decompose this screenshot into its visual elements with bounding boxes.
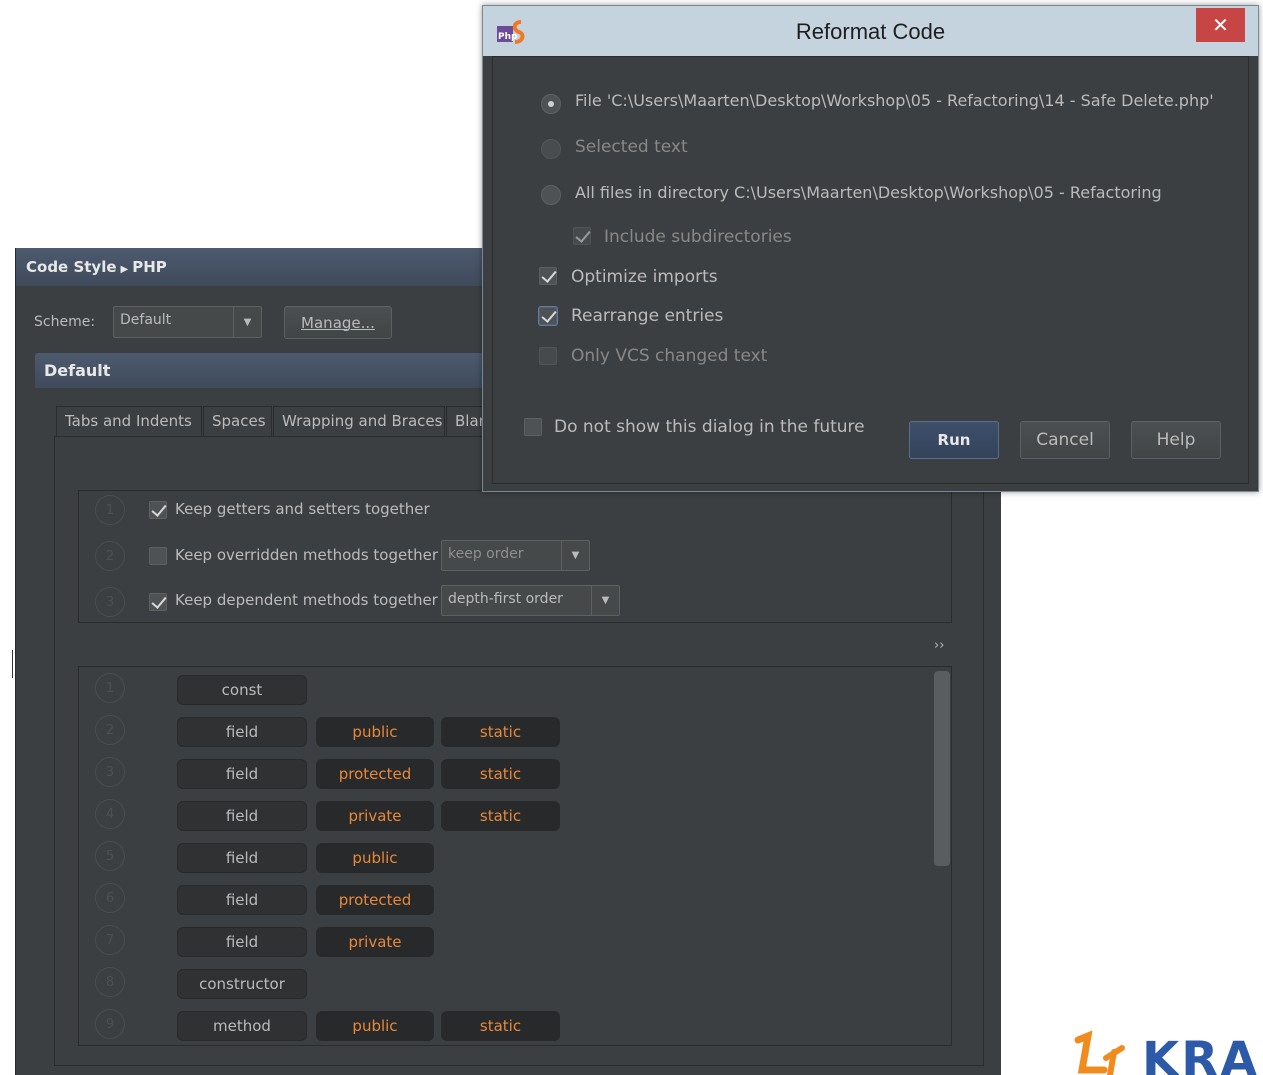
arrangement-rules-group: 1 const 2 field public static 3 field pr… <box>78 666 952 1046</box>
selected-text-label: Selected text <box>575 137 688 157</box>
tab-tabs-and-indents[interactable]: Tabs and Indents <box>56 406 202 436</box>
rule-number: 3 <box>95 757 125 787</box>
keep-overridden-checkbox[interactable] <box>149 547 167 565</box>
dialog-title: Reformat Code <box>795 19 946 44</box>
rule-kind[interactable]: field <box>177 885 307 915</box>
rule-kind[interactable]: field <box>177 759 307 789</box>
rule-access[interactable]: private <box>316 927 434 957</box>
keep-dependent-label: Keep dependent methods together <box>175 591 438 609</box>
run-button[interactable]: Run <box>909 421 999 459</box>
keep-dependent-checkbox[interactable] <box>149 593 167 611</box>
rule-number: 8 <box>95 967 125 997</box>
scheme-label: Scheme: <box>34 314 96 330</box>
optimize-imports-label: Optimize imports <box>571 267 718 287</box>
rule-number: 7 <box>95 925 125 955</box>
grouping-rules-group: 1 Keep getters and setters together 2 Ke… <box>78 490 952 623</box>
scheme-select[interactable]: Default ▼ <box>113 306 262 338</box>
brand-logo: KRA <box>1070 1030 1263 1075</box>
rule-number: 1 <box>95 673 125 703</box>
rule-number: 6 <box>95 883 125 913</box>
group-rule-number: 1 <box>95 495 125 525</box>
rule-access[interactable]: protected <box>316 759 434 789</box>
manage-button-label: Manage... <box>301 313 375 332</box>
scheme-value: Default <box>120 312 172 328</box>
close-button[interactable]: ✕ <box>1196 8 1245 42</box>
all-files-label: All files in directory C:\Users\Maarten\… <box>575 183 1162 202</box>
rule-kind[interactable]: field <box>177 843 307 873</box>
dependent-order-value: depth-first order <box>448 591 563 607</box>
keep-getters-setters-checkbox[interactable] <box>149 501 167 519</box>
logo-text: KRA <box>1142 1032 1260 1075</box>
rule-modifier[interactable]: static <box>441 759 560 789</box>
rule-modifier[interactable]: static <box>441 1011 560 1041</box>
dialog-body: File 'C:\Users\Maarten\Desktop\Workshop\… <box>492 56 1249 484</box>
tab-wrapping-and-braces[interactable]: Wrapping and Braces <box>273 406 445 436</box>
dialog-titlebar: Php Reformat Code ✕ <box>483 6 1258 56</box>
rule-number: 5 <box>95 841 125 871</box>
breadcrumb-php: PHP <box>132 258 167 276</box>
rule-number: 4 <box>95 799 125 829</box>
scrollbar[interactable] <box>934 671 950 866</box>
manage-button[interactable]: Manage... <box>284 306 392 339</box>
include-subdirectories-label: Include subdirectories <box>604 227 792 247</box>
include-subdirectories-checkbox[interactable] <box>573 227 591 245</box>
text-cursor <box>12 650 13 678</box>
rule-number: 2 <box>95 715 125 745</box>
rule-kind[interactable]: field <box>177 927 307 957</box>
rule-modifier[interactable]: static <box>441 801 560 831</box>
rearrange-entries-label: Rearrange entries <box>571 306 724 326</box>
keep-overridden-label: Keep overridden methods together <box>175 546 439 564</box>
overridden-order-value: keep order <box>448 546 524 562</box>
rule-access[interactable]: public <box>316 717 434 747</box>
rearrange-entries-checkbox[interactable] <box>538 306 558 326</box>
file-radio[interactable] <box>541 94 561 114</box>
dependent-order-select[interactable]: depth-first order ▼ <box>441 585 620 616</box>
rule-access[interactable]: protected <box>316 885 434 915</box>
rule-kind[interactable]: const <box>177 675 307 705</box>
tab-spaces[interactable]: Spaces <box>203 406 272 436</box>
rule-access[interactable]: public <box>316 1011 434 1041</box>
rule-number: 9 <box>95 1009 125 1039</box>
selected-text-radio[interactable] <box>541 139 561 159</box>
overridden-order-select[interactable]: keep order ▼ <box>441 540 590 571</box>
group-rule-number: 2 <box>95 541 125 571</box>
all-files-radio[interactable] <box>541 185 561 205</box>
reformat-code-dialog: Php Reformat Code ✕ File 'C:\Users\Maart… <box>482 5 1259 492</box>
keep-getters-setters-label: Keep getters and setters together <box>175 500 430 518</box>
rule-access[interactable]: public <box>316 843 434 873</box>
rule-modifier[interactable]: static <box>441 717 560 747</box>
close-icon: ✕ <box>1212 14 1229 37</box>
rule-kind[interactable]: field <box>177 801 307 831</box>
group-rule-number: 3 <box>95 587 125 617</box>
file-option-label: File 'C:\Users\Maarten\Desktop\Workshop\… <box>575 91 1214 110</box>
do-not-show-checkbox[interactable] <box>524 418 542 436</box>
rule-kind[interactable]: method <box>177 1011 307 1041</box>
cancel-button[interactable]: Cancel <box>1020 421 1110 459</box>
rule-kind[interactable]: constructor <box>177 969 307 999</box>
breadcrumb-code-style: Code Style <box>26 258 117 276</box>
rule-kind[interactable]: field <box>177 717 307 747</box>
chevron-down-icon: ▼ <box>591 586 619 615</box>
only-vcs-label: Only VCS changed text <box>571 346 768 366</box>
help-button[interactable]: Help <box>1131 421 1221 459</box>
chevron-down-icon: ▼ <box>561 541 589 570</box>
do-not-show-label: Do not show this dialog in the future <box>554 417 865 437</box>
expand-more-icon[interactable]: ›› <box>934 638 944 653</box>
optimize-imports-checkbox[interactable] <box>539 267 557 285</box>
only-vcs-checkbox[interactable] <box>539 347 557 365</box>
breadcrumb-arrow-icon: ▶ <box>120 264 129 275</box>
rule-access[interactable]: private <box>316 801 434 831</box>
chevron-down-icon: ▼ <box>233 307 261 337</box>
